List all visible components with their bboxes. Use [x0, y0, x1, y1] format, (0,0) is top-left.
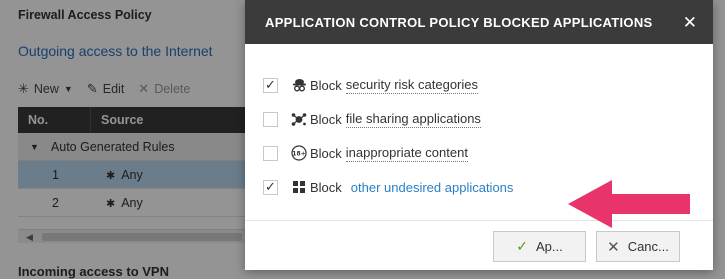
option-security-risk: ✓ Block security risk categories [263, 68, 713, 102]
svg-text:18+: 18+ [292, 150, 305, 157]
cancel-x-icon: ✕ [607, 238, 620, 256]
checkmark-icon: ✓ [516, 238, 528, 254]
close-icon[interactable]: ✕ [683, 14, 697, 31]
option-prefix: Block [310, 111, 342, 127]
security-risk-icon [291, 77, 307, 93]
file-sharing-icon [291, 111, 307, 127]
apply-button[interactable]: ✓ Ap... [493, 231, 586, 262]
other-applications-link[interactable]: other undesired applications [351, 180, 514, 195]
checkbox-inappropriate-content[interactable] [263, 145, 278, 161]
cancel-button-label: Canc... [627, 239, 669, 254]
checkbox-other-applications[interactable]: ✓ [263, 179, 278, 195]
checkbox-file-sharing[interactable] [263, 111, 278, 127]
blocked-applications-dialog: APPLICATION CONTROL POLICY BLOCKED APPLI… [245, 0, 713, 270]
dialog-header: APPLICATION CONTROL POLICY BLOCKED APPLI… [245, 0, 713, 44]
option-file-sharing: Block file sharing applications [263, 102, 713, 136]
option-prefix: Block [310, 145, 342, 161]
option-label-security-risk[interactable]: security risk categories [345, 77, 479, 94]
option-prefix: Block [310, 179, 342, 195]
option-inappropriate-content: 18+ Block inappropriate content [263, 136, 713, 170]
applications-icon [291, 179, 307, 195]
checkbox-security-risk[interactable]: ✓ [263, 77, 278, 93]
option-prefix: Block [310, 77, 342, 93]
cancel-button[interactable]: ✕ Canc... [596, 231, 680, 262]
annotation-arrow-icon [568, 180, 690, 228]
apply-button-label: Ap... [535, 239, 563, 254]
option-label-inappropriate-content[interactable]: inappropriate content [345, 145, 468, 162]
dialog-title: APPLICATION CONTROL POLICY BLOCKED APPLI… [265, 14, 653, 30]
age-restricted-icon: 18+ [291, 145, 307, 161]
option-label-file-sharing[interactable]: file sharing applications [345, 111, 481, 128]
